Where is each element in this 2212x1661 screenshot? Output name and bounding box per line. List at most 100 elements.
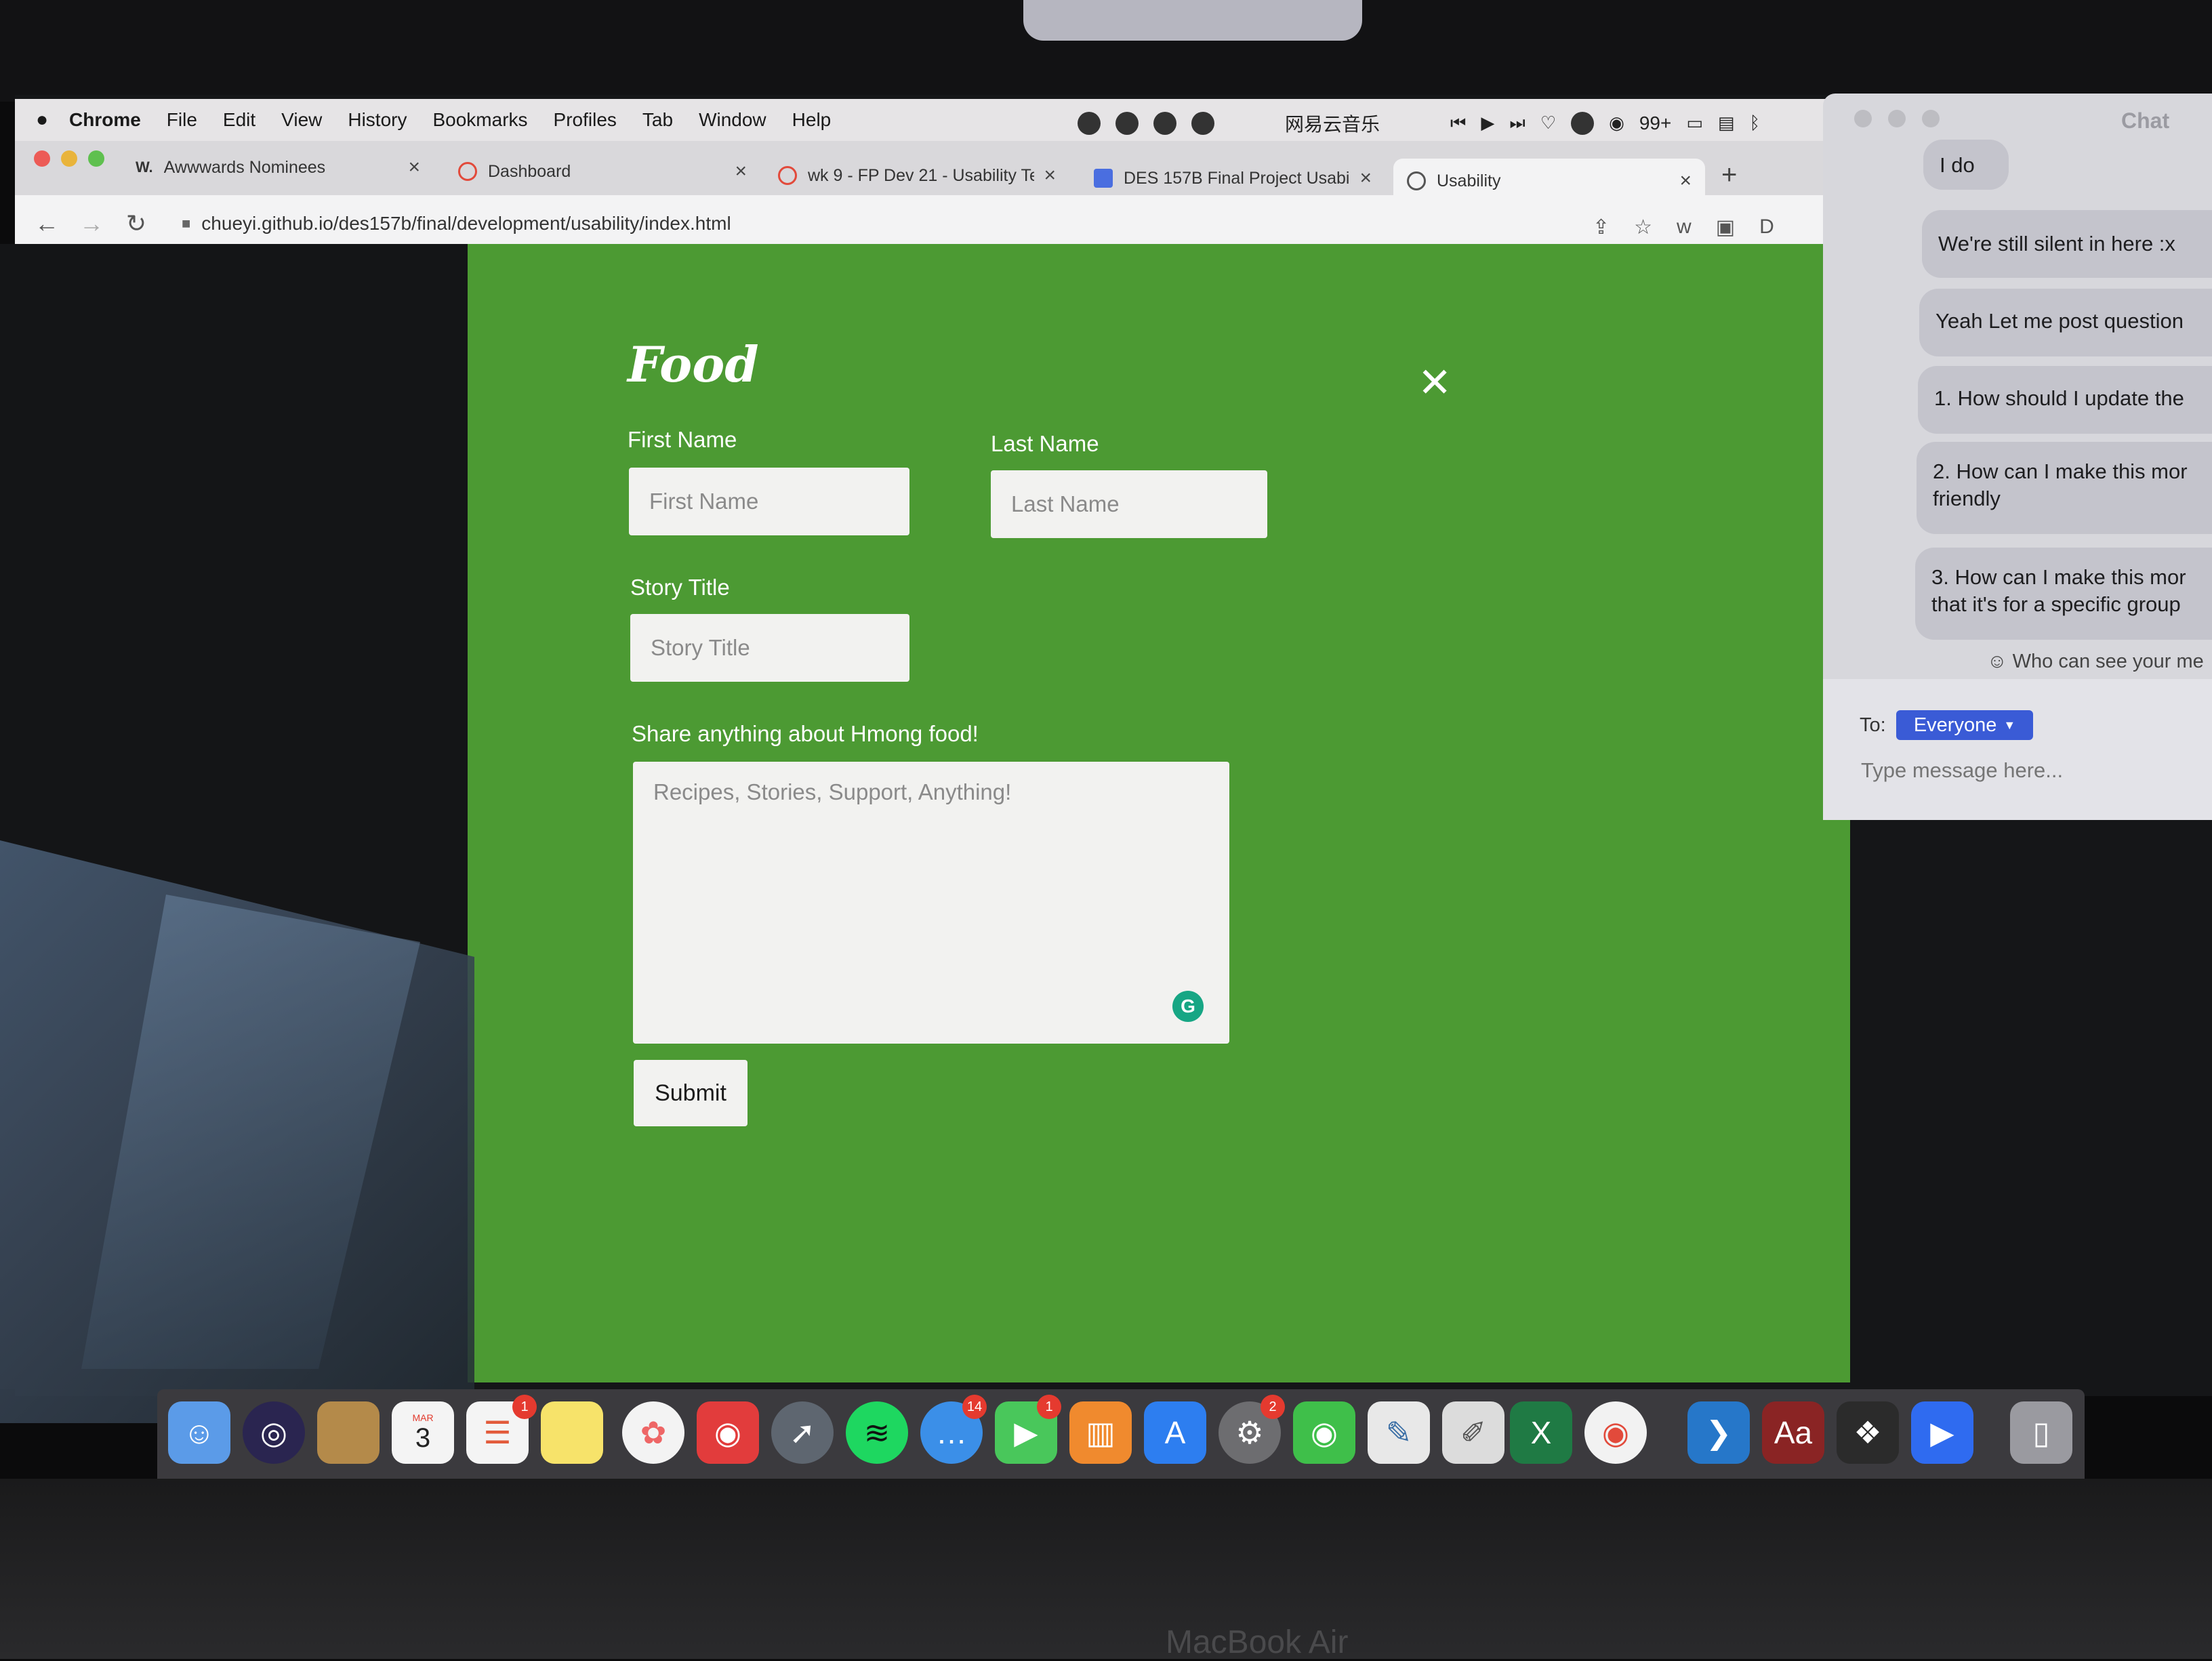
calendar-month: MAR bbox=[412, 1412, 434, 1423]
bookmark-star-icon[interactable]: ☆ bbox=[1634, 216, 1652, 239]
play-icon[interactable]: ▶ bbox=[1481, 113, 1494, 134]
chat-message: Yeah Let me post question bbox=[1919, 289, 2212, 356]
first-name-input[interactable]: First Name bbox=[629, 468, 909, 535]
script-editor-icon[interactable]: ✐ bbox=[1442, 1401, 1504, 1464]
zoom-icon[interactable]: ▶ bbox=[1911, 1401, 1973, 1464]
vscode-icon[interactable]: ❯ bbox=[1687, 1401, 1750, 1464]
forward-icon[interactable]: → bbox=[79, 209, 104, 238]
url-field[interactable]: chueyi.github.io/des157b/final/developme… bbox=[201, 213, 731, 234]
menu-window[interactable]: Window bbox=[699, 109, 766, 131]
share-icon[interactable]: ⇪ bbox=[1593, 216, 1610, 239]
wechat-dock-icon[interactable]: ◉ bbox=[1293, 1401, 1355, 1464]
siri-icon[interactable]: ◎ bbox=[243, 1401, 305, 1464]
reload-icon[interactable]: ↻ bbox=[123, 209, 149, 238]
flag-icon[interactable]: ▤ bbox=[1718, 113, 1735, 134]
menu-help[interactable]: Help bbox=[792, 109, 832, 131]
excel-icon[interactable]: X bbox=[1510, 1401, 1572, 1464]
wechat-icon[interactable]: ◉ bbox=[1609, 113, 1624, 134]
status-app-icon[interactable] bbox=[1191, 112, 1214, 135]
spotify-icon[interactable]: ≋ bbox=[846, 1401, 908, 1464]
menu-file[interactable]: File bbox=[167, 109, 197, 131]
tab-wk9[interactable]: wk 9 - FP Dev 21 - Usability Te × bbox=[764, 153, 1069, 198]
share-textarea[interactable]: Recipes, Stories, Support, Anything! bbox=[633, 762, 1229, 1044]
heart-icon[interactable]: ♡ bbox=[1540, 113, 1556, 134]
tab-des157b-doc[interactable]: DES 157B Final Project Usabili × bbox=[1080, 156, 1385, 201]
story-title-input[interactable]: Story Title bbox=[630, 614, 909, 682]
globe-icon bbox=[1407, 171, 1426, 190]
back-icon[interactable]: ← bbox=[34, 209, 60, 238]
menu-profiles[interactable]: Profiles bbox=[554, 109, 617, 131]
dictionary-icon[interactable]: Aa bbox=[1762, 1401, 1824, 1464]
chat-message-line: friendly bbox=[1933, 487, 2001, 510]
apple-menu-icon[interactable]: ● bbox=[15, 108, 69, 131]
python-launcher-icon[interactable]: ✎ bbox=[1368, 1401, 1430, 1464]
laptop-bezel bbox=[0, 1479, 2212, 1659]
close-tab-icon[interactable]: × bbox=[735, 160, 747, 183]
trash-icon[interactable]: ▯ bbox=[2010, 1401, 2072, 1464]
launchpad-icon[interactable]: ➚ bbox=[771, 1401, 834, 1464]
bluetooth-icon[interactable]: ᛒ bbox=[1749, 113, 1760, 134]
zoom-window-button[interactable] bbox=[88, 150, 104, 167]
lock-icon[interactable]: ■ bbox=[182, 215, 190, 232]
menu-edit[interactable]: Edit bbox=[223, 109, 255, 131]
chat-message-input[interactable] bbox=[1860, 758, 2201, 783]
finder-icon[interactable]: ☺ bbox=[168, 1401, 230, 1464]
close-window-button[interactable] bbox=[34, 150, 50, 167]
netease-music-status[interactable]: 网易云音乐 bbox=[1285, 110, 1380, 137]
chevron-down-icon: ▼ bbox=[2003, 718, 2016, 732]
airplay-icon[interactable]: ▭ bbox=[1686, 113, 1703, 134]
menu-app-name[interactable]: Chrome bbox=[69, 109, 141, 131]
chrome-icon[interactable]: ◉ bbox=[1584, 1401, 1647, 1464]
extension-icon[interactable]: w bbox=[1677, 216, 1692, 239]
menu-bookmarks[interactable]: Bookmarks bbox=[432, 109, 527, 131]
app-store-icon[interactable]: A bbox=[1144, 1401, 1206, 1464]
grammarly-icon[interactable]: G bbox=[1172, 991, 1204, 1022]
figma-icon[interactable]: ❖ bbox=[1837, 1401, 1899, 1464]
menu-history[interactable]: History bbox=[348, 109, 407, 131]
chat-close-button[interactable] bbox=[1854, 110, 1872, 127]
tab-dashboard[interactable]: Dashboard × bbox=[445, 149, 760, 194]
books-icon[interactable]: ▥ bbox=[1069, 1401, 1132, 1464]
chat-message: We're still silent in here :x bbox=[1922, 210, 2212, 278]
minimize-window-button[interactable] bbox=[61, 150, 77, 167]
netease-music-icon[interactable]: ◉ bbox=[697, 1401, 759, 1464]
chat-message: 1. How should I update the bbox=[1918, 366, 2212, 434]
tab-title: Awwwards Nominees bbox=[163, 157, 326, 177]
who-can-see-link[interactable]: ☺ Who can see your me bbox=[1987, 651, 2204, 673]
close-tab-icon[interactable]: × bbox=[1679, 169, 1692, 192]
submit-button[interactable]: Submit bbox=[634, 1060, 747, 1126]
extension-icon[interactable]: ▣ bbox=[1716, 216, 1735, 239]
status-app-icon[interactable] bbox=[1153, 112, 1176, 135]
close-tab-icon[interactable]: × bbox=[1044, 164, 1056, 187]
status-app-icon[interactable] bbox=[1115, 112, 1139, 135]
device-label: MacBook Air bbox=[1166, 1624, 1349, 1660]
notification-count: 99+ bbox=[1639, 112, 1672, 134]
chat-zoom-button[interactable] bbox=[1922, 110, 1940, 127]
notes-icon[interactable] bbox=[541, 1401, 603, 1464]
extension-icon[interactable]: D bbox=[1759, 216, 1774, 239]
close-tab-icon[interactable]: × bbox=[408, 156, 420, 179]
notebook-app-icon[interactable] bbox=[317, 1401, 380, 1464]
close-icon[interactable]: ✕ bbox=[1418, 359, 1452, 407]
previous-track-icon[interactable]: ⏮ bbox=[1450, 113, 1466, 134]
status-app-icon[interactable] bbox=[1078, 112, 1101, 135]
chat-title: Chat bbox=[2121, 108, 2170, 133]
status-app-icon[interactable] bbox=[1571, 112, 1595, 135]
tab-title: Dashboard bbox=[488, 161, 571, 181]
photos-icon[interactable]: ✿ bbox=[622, 1401, 684, 1464]
menu-tab[interactable]: Tab bbox=[642, 109, 673, 131]
recipient-value: Everyone bbox=[1913, 714, 1997, 736]
recipient-dropdown[interactable]: Everyone ▼ bbox=[1896, 710, 2033, 740]
canvas-icon bbox=[778, 166, 797, 185]
close-tab-icon[interactable]: × bbox=[1359, 167, 1372, 190]
next-track-icon[interactable]: ⏭ bbox=[1509, 113, 1525, 134]
chat-compose-area bbox=[1823, 679, 2212, 820]
calendar-icon[interactable]: MAR 3 bbox=[392, 1401, 454, 1464]
toolbar-right: ⇪ ☆ w ▣ D bbox=[1593, 216, 1774, 239]
person-icon: ☺ bbox=[1987, 651, 2007, 672]
new-tab-icon[interactable]: + bbox=[1721, 160, 1737, 190]
chat-minimize-button[interactable] bbox=[1888, 110, 1906, 127]
tab-awwwards[interactable]: W. Awwwards Nominees × bbox=[122, 145, 434, 190]
menu-view[interactable]: View bbox=[281, 109, 322, 131]
last-name-input[interactable]: Last Name bbox=[991, 470, 1267, 538]
